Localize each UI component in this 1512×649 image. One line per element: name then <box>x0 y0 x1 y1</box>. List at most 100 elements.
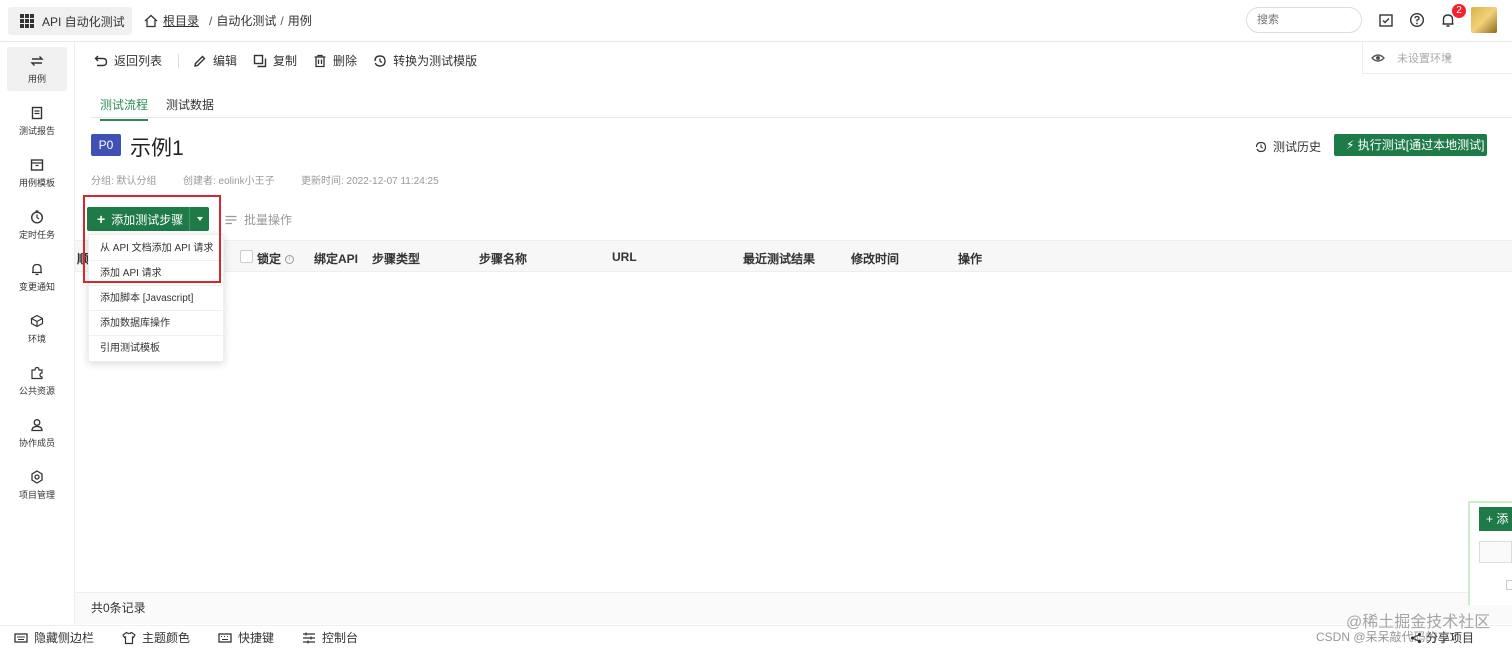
list-icon <box>225 215 237 224</box>
menu-item-add-api-request[interactable]: 添加 API 请求 <box>89 261 225 286</box>
notification-badge: 2 <box>1452 4 1466 18</box>
case-group: 分组: 默认分组 <box>91 176 157 187</box>
environment-select[interactable]: 未设置环境 <box>1362 42 1512 74</box>
menu-item-use-template[interactable]: 引用测试模板 <box>89 336 225 361</box>
swap-icon <box>30 55 44 66</box>
caret-down-icon <box>196 217 203 221</box>
puzzle-icon <box>31 366 43 379</box>
float-checkbox[interactable] <box>1506 580 1512 590</box>
watermark: CSDN @呆呆敲代码的小Y <box>1316 630 1458 644</box>
breadcrumb-item[interactable]: 自动化测试 <box>216 12 276 29</box>
sidebar-item-label: 协作成员 <box>18 437 55 448</box>
report-icon <box>31 106 43 119</box>
sidebar-item-cases[interactable]: 用例 <box>7 47 67 91</box>
add-test-step-button[interactable]: + 添加测试步骤 <box>87 207 209 231</box>
keyboard-icon <box>14 632 28 643</box>
app-name: API 自动化测试 <box>42 14 125 29</box>
sidebar: 用例 测试报告 用例模板 定时任务 变更通知 环境 公共资源 协作成员 项目管理 <box>0 42 75 625</box>
calendar-check-icon[interactable] <box>1378 12 1394 28</box>
menu-item-add-database[interactable]: 添加数据库操作 <box>89 311 225 336</box>
keyboard-icon <box>218 632 232 643</box>
sidebar-item-schedule[interactable]: 定时任务 <box>7 203 67 247</box>
run-test-button[interactable]: ⚡ 执行测试[通过本地测试] <box>1334 134 1487 156</box>
sidebar-item-report[interactable]: 测试报告 <box>7 99 67 143</box>
sidebar-item-label: 公共资源 <box>18 385 55 396</box>
theme-color-button[interactable]: 主题颜色 <box>122 629 190 646</box>
content-tabs: 测试流程 测试数据 <box>91 92 1512 121</box>
sidebar-item-label: 用例 <box>27 73 46 84</box>
menu-item-add-from-doc[interactable]: 从 API 文档添加 API 请求 <box>89 236 225 261</box>
tab-test-flow[interactable]: 测试流程 <box>100 96 149 121</box>
pencil-icon <box>194 55 206 67</box>
tab-test-data[interactable]: 测试数据 <box>166 96 214 119</box>
sidebar-item-label: 项目管理 <box>18 489 55 500</box>
grid-icon <box>20 14 34 28</box>
column-header-name: 步骤名称 <box>479 252 528 266</box>
case-creator: 创建者: eolink小王子 <box>183 176 275 187</box>
bottom-bar: 隐藏侧边栏 主题颜色 快捷键 控制台 <box>0 625 1512 649</box>
sidebar-item-project[interactable]: 项目管理 <box>7 463 67 507</box>
sidebar-item-env[interactable]: 环境 <box>7 307 67 351</box>
select-all-checkbox[interactable] <box>240 250 253 263</box>
test-history-button[interactable]: 测试历史 <box>1255 138 1321 155</box>
history-icon <box>374 54 386 67</box>
sidebar-item-members[interactable]: 协作成员 <box>7 411 67 455</box>
delete-button[interactable]: 删除 <box>313 52 357 69</box>
help-icon[interactable] <box>1409 12 1425 28</box>
column-header-modified: 修改时间 <box>851 252 900 266</box>
add-step-dropdown: 从 API 文档添加 API 请求 添加 API 请求 添加脚本 [Javasc… <box>88 234 225 362</box>
column-header-result: 最近测试结果 <box>743 252 816 266</box>
plus-icon: + <box>97 211 106 227</box>
history-icon <box>1255 141 1267 152</box>
copy-button[interactable]: 复制 <box>253 52 297 69</box>
sidebar-item-resources[interactable]: 公共资源 <box>7 359 67 403</box>
user-icon <box>31 418 43 431</box>
column-header-url: URL <box>612 250 637 264</box>
app-switcher[interactable]: API 自动化测试 <box>8 7 132 35</box>
sidebar-item-template[interactable]: 用例模板 <box>7 151 67 195</box>
back-to-list-button[interactable]: 返回列表 <box>94 52 162 69</box>
page-title: 示例1 <box>130 137 184 160</box>
copy-icon <box>253 54 267 67</box>
steps-table-header: 顺 锁定 i 绑定API 步骤类型 步骤名称 URL 最近测试结果 修改时间 操作 <box>75 240 1512 272</box>
case-updated-time: 更新时间: 2022-12-07 11:24:25 <box>301 176 439 187</box>
breadcrumb: 根目录 / 自动化测试 / 用例 <box>144 12 312 29</box>
undo-icon <box>94 55 108 66</box>
console-icon <box>303 632 316 643</box>
chevron-down-icon <box>1444 55 1452 60</box>
float-select[interactable] <box>1479 541 1512 563</box>
breadcrumb-root[interactable]: 根目录 <box>163 12 199 29</box>
avatar[interactable] <box>1471 7 1497 33</box>
shortcut-button[interactable]: 快捷键 <box>218 629 274 646</box>
float-add-button[interactable]: + 添 <box>1479 507 1512 531</box>
clock-icon <box>30 209 44 224</box>
console-button[interactable]: 控制台 <box>302 629 358 646</box>
batch-operation-button[interactable]: 批量操作 <box>224 211 292 228</box>
template-icon <box>30 158 44 171</box>
column-header-type: 步骤类型 <box>372 252 421 266</box>
priority-badge: P0 <box>91 134 121 156</box>
edit-button[interactable]: 编辑 <box>193 52 237 69</box>
dropdown-toggle[interactable] <box>189 207 209 231</box>
sidebar-item-label: 用例模板 <box>18 177 55 188</box>
menu-item-add-script[interactable]: 添加脚本 [Javascript] <box>89 286 225 311</box>
home-icon[interactable] <box>144 14 158 28</box>
sidebar-item-label: 定时任务 <box>18 229 55 240</box>
sidebar-item-label: 变更通知 <box>18 281 55 292</box>
sidebar-item-notify[interactable]: 变更通知 <box>7 255 67 299</box>
search-input[interactable] <box>1246 7 1362 33</box>
column-header-lock: 锁定 i <box>257 250 295 267</box>
eye-icon <box>1371 53 1385 62</box>
lightning-icon: ⚡ <box>1346 138 1355 152</box>
gear-icon <box>31 469 43 484</box>
cube-icon <box>30 314 44 327</box>
convert-to-template-button[interactable]: 转换为测试模版 <box>373 52 477 69</box>
top-bar: API 自动化测试 根目录 / 自动化测试 / 用例 2 <box>0 0 1512 42</box>
breadcrumb-item: 用例 <box>287 14 312 28</box>
record-count: 共0条记录 <box>75 592 1512 624</box>
bell-icon <box>32 263 42 275</box>
sidebar-item-label: 环境 <box>27 333 46 344</box>
info-icon[interactable]: i <box>285 255 295 265</box>
hide-sidebar-button[interactable]: 隐藏侧边栏 <box>14 629 94 646</box>
column-header-api: 绑定API <box>314 252 359 266</box>
